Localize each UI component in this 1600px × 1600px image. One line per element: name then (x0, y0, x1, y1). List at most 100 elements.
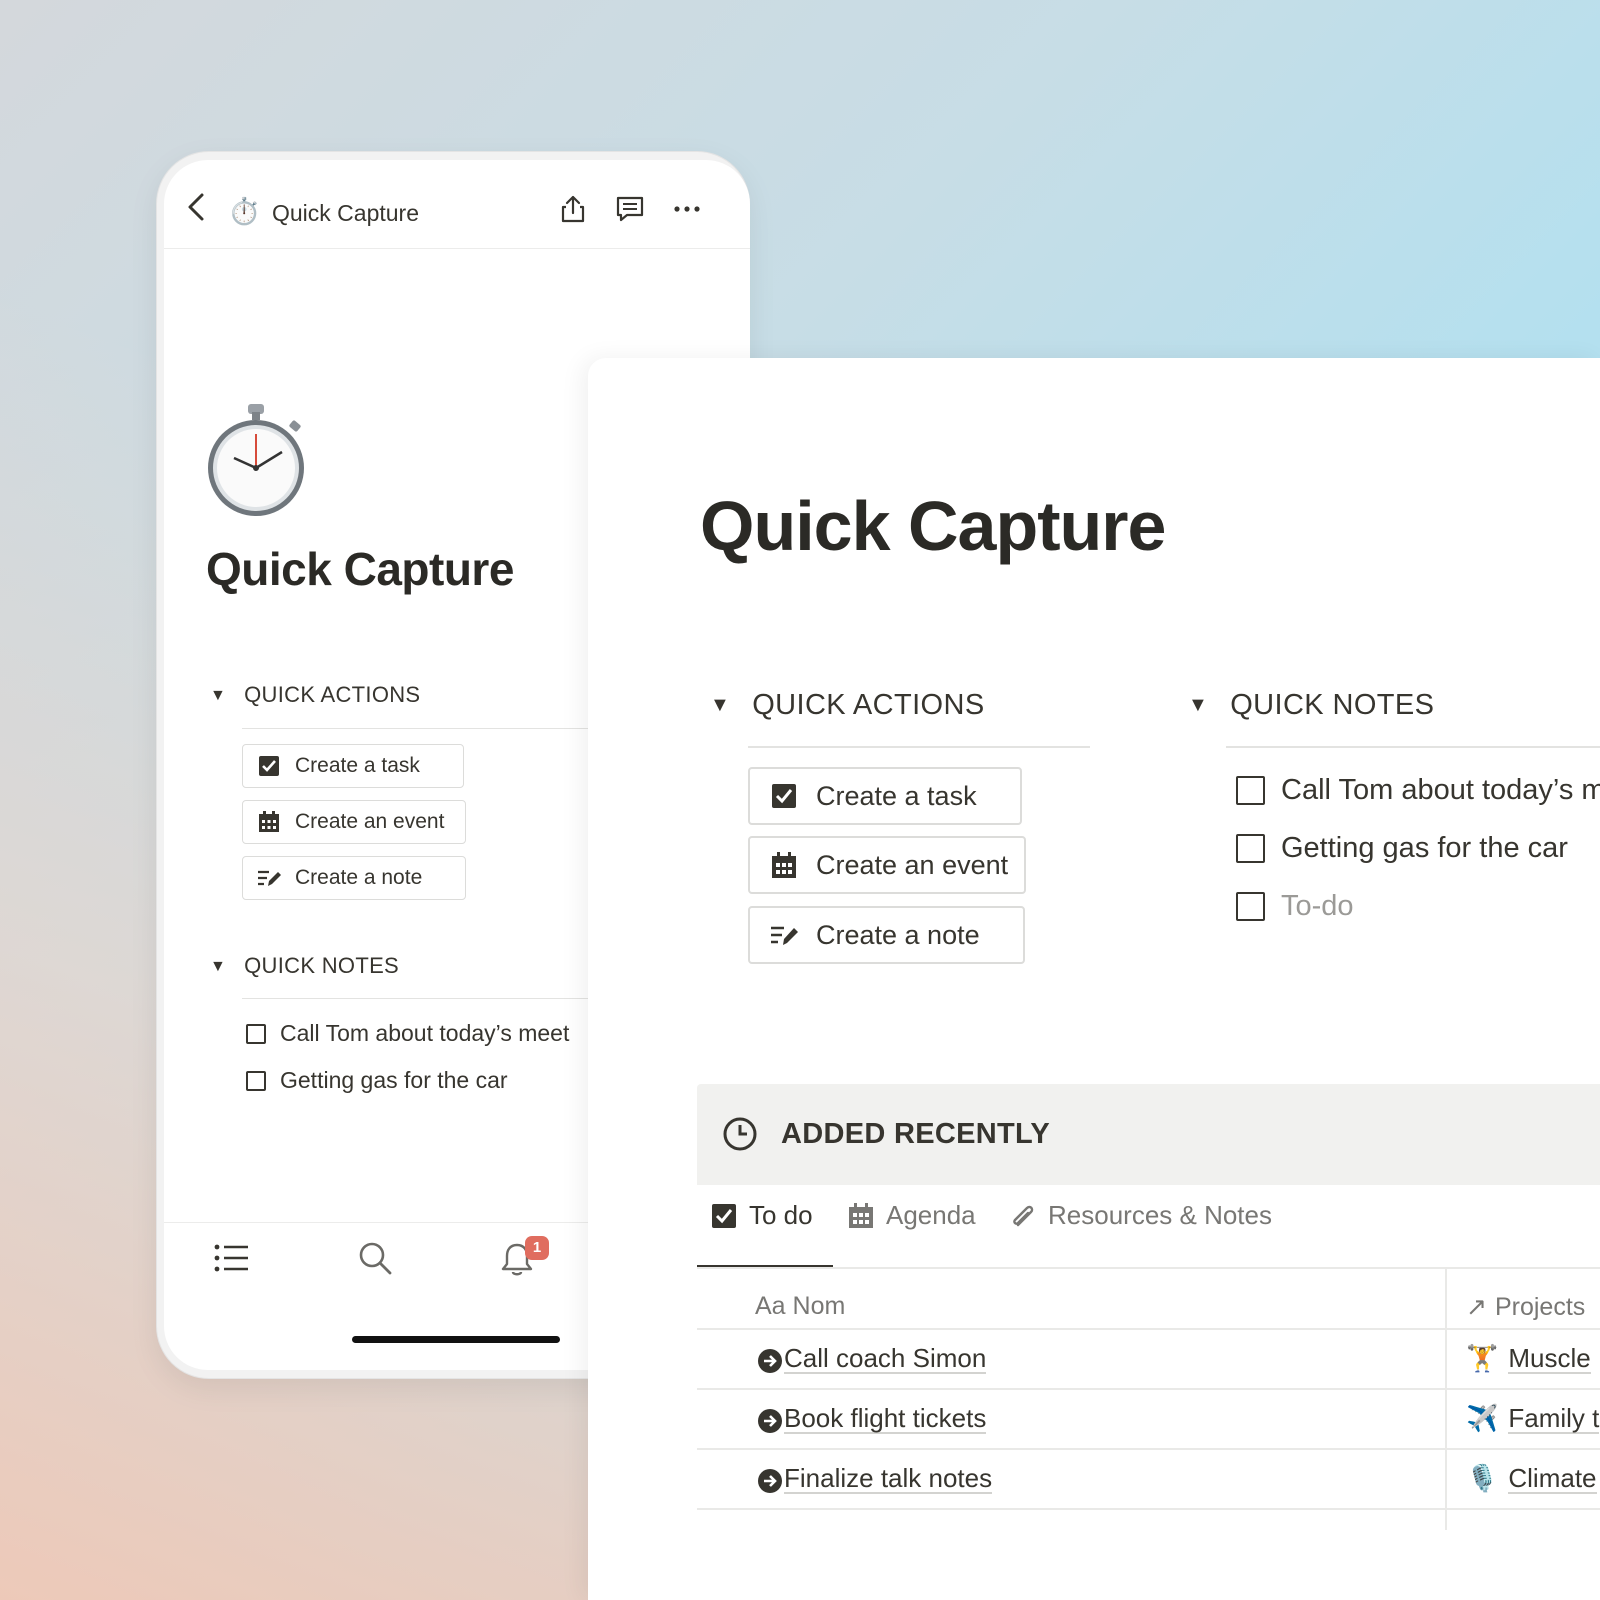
table-row-name[interactable]: Call coach Simon (784, 1344, 987, 1374)
quick-actions-toggle[interactable]: ▼ QUICK ACTIONS (210, 682, 420, 708)
project-name: Family t (1508, 1402, 1600, 1434)
table-row-project[interactable]: 🎙️ Climate (1466, 1463, 1597, 1494)
list-icon[interactable] (214, 1243, 250, 1273)
todo-text[interactable]: Getting gas for the car (280, 1067, 508, 1094)
create-task-button[interactable]: Create a task (242, 744, 464, 788)
paperclip-icon (1013, 1205, 1034, 1226)
divider (748, 746, 1090, 748)
project-emoji: 🏋️ (1466, 1343, 1499, 1373)
calendar-icon (772, 852, 796, 878)
table-border (697, 1328, 1600, 1330)
added-recently-callout: ADDED RECENTLY (697, 1084, 1600, 1185)
tab-to-do[interactable]: To do (711, 1200, 813, 1231)
triangle-down-icon: ▼ (1188, 694, 1209, 716)
tab-label: Agenda (886, 1200, 976, 1230)
calendar-icon (259, 811, 279, 832)
button-label: Create a task (816, 780, 977, 811)
divider (1226, 746, 1600, 748)
section-heading: QUICK ACTIONS (752, 689, 985, 721)
column-header-name[interactable]: Aa Nom (755, 1292, 845, 1321)
todo-item[interactable]: Call Tom about today’s meet (246, 1020, 569, 1047)
section-heading: QUICK NOTES (1230, 689, 1435, 721)
tab-resources-notes[interactable]: Resources & Notes (1010, 1200, 1272, 1231)
desktop-window: Quick Capture ▼ QUICK ACTIONS Create a ta… (588, 358, 1600, 1600)
tab-label: Resources & Notes (1048, 1200, 1272, 1230)
more-icon[interactable] (672, 194, 702, 224)
arrow-right-circle-icon (758, 1409, 782, 1433)
stopwatch-icon: ⏱️ (228, 196, 261, 226)
create-note-button[interactable]: Create a note (748, 906, 1025, 964)
checkbox-checked-icon (259, 756, 279, 776)
todo-text[interactable]: Call Tom about today’s m (1281, 774, 1600, 807)
clock-icon (723, 1117, 757, 1151)
page-title: Quick Capture (206, 543, 514, 595)
todo-placeholder[interactable]: To-do (1236, 890, 1354, 923)
create-event-button[interactable]: Create an event (748, 836, 1026, 894)
quick-notes-toggle[interactable]: ▼ QUICK NOTES (1188, 689, 1434, 722)
triangle-down-icon: ▼ (710, 694, 731, 716)
relation-arrow-icon: ↗ (1466, 1293, 1487, 1321)
checkbox[interactable] (246, 1023, 266, 1044)
table-row-name[interactable]: Finalize talk notes (784, 1464, 993, 1494)
section-heading: QUICK NOTES (244, 953, 400, 978)
table-border (697, 1508, 1600, 1510)
project-emoji: 🎙️ (1466, 1463, 1499, 1493)
tab-agenda[interactable]: Agenda (848, 1200, 976, 1231)
button-label: Create an event (816, 849, 1009, 880)
checkbox[interactable] (1236, 834, 1265, 863)
create-task-button[interactable]: Create a task (748, 767, 1022, 825)
arrow-right-circle-icon (758, 1349, 782, 1373)
button-label: Create an event (295, 810, 445, 833)
project-name: Muscle (1508, 1342, 1591, 1374)
arrow-right-circle-icon (758, 1469, 782, 1493)
page-title: Quick Capture (700, 487, 1166, 565)
note-edit-icon (771, 926, 798, 945)
quick-notes-toggle[interactable]: ▼ QUICK NOTES (210, 953, 399, 979)
triangle-down-icon: ▼ (210, 687, 227, 704)
page-tab-title[interactable]: Quick Capture (272, 200, 419, 227)
checkbox[interactable] (1236, 776, 1265, 805)
tab-label: To do (749, 1200, 813, 1230)
stopwatch-icon (208, 404, 304, 516)
button-label: Create a note (295, 866, 423, 889)
todo-item[interactable]: Call Tom about today’s m (1236, 774, 1600, 807)
project-name: Climate (1508, 1462, 1597, 1494)
todo-placeholder-text[interactable]: To-do (1281, 890, 1354, 923)
create-note-button[interactable]: Create a note (242, 856, 466, 900)
triangle-down-icon: ▼ (210, 958, 227, 975)
todo-text[interactable]: Getting gas for the car (1281, 832, 1568, 865)
table-row-project[interactable]: ✈️ Family t (1466, 1402, 1600, 1434)
phone-top-bar: ⏱️ Quick Capture (164, 160, 750, 249)
project-emoji: ✈️ (1466, 1403, 1499, 1433)
back-icon[interactable] (184, 192, 210, 222)
column-divider (1445, 1268, 1447, 1530)
todo-item[interactable]: Getting gas for the car (1236, 832, 1568, 865)
section-heading: QUICK ACTIONS (244, 682, 421, 707)
home-indicator (352, 1336, 560, 1343)
table-border (697, 1388, 1600, 1390)
checkbox-checked-icon (712, 1203, 736, 1228)
section-heading: ADDED RECENTLY (781, 1118, 1050, 1150)
table-border (697, 1448, 1600, 1450)
button-label: Create a task (295, 754, 420, 777)
text-type-icon: Aa (755, 1292, 786, 1320)
column-header-projects[interactable]: ↗ Projects (1466, 1292, 1585, 1322)
todo-text[interactable]: Call Tom about today’s meet (280, 1020, 569, 1047)
todo-item[interactable]: Getting gas for the car (246, 1067, 508, 1094)
calendar-icon (849, 1202, 873, 1228)
create-event-button[interactable]: Create an event (242, 800, 466, 844)
note-edit-icon (258, 870, 281, 886)
table-row-project[interactable]: 🏋️ Muscle (1466, 1343, 1591, 1374)
column-header-label: Nom (792, 1292, 846, 1320)
button-label: Create a note (816, 919, 980, 950)
quick-actions-toggle[interactable]: ▼ QUICK ACTIONS (710, 689, 985, 722)
checkbox-checked-icon (772, 784, 796, 808)
table-row-name[interactable]: Book flight tickets (784, 1404, 987, 1434)
checkbox[interactable] (1236, 892, 1265, 921)
comment-icon[interactable] (615, 194, 645, 224)
table-border (697, 1267, 1600, 1269)
search-icon[interactable] (358, 1241, 392, 1275)
checkbox[interactable] (246, 1070, 266, 1091)
notification-badge: 1 (525, 1236, 549, 1260)
share-icon[interactable] (558, 194, 588, 224)
